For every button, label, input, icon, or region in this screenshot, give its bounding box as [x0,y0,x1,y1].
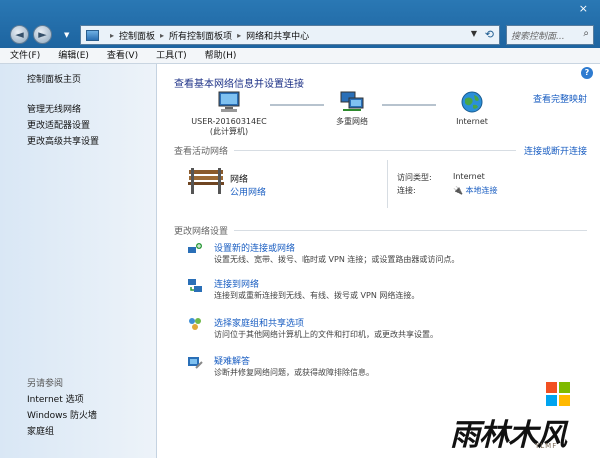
divider [234,150,516,151]
connect-network-icon [188,279,202,292]
globe-icon [461,91,483,113]
task-title[interactable]: 设置新的连接或网络 [214,241,295,254]
network-name: 网络 [230,175,249,185]
see-also-section: 另请参阅 Internet 选项 Windows 防火墙 家庭组 [27,377,97,440]
connection-label: 连接: [397,186,416,195]
menu-bar: 文件(F) 编辑(E) 查看(V) 工具(T) 帮助(H) [0,48,600,64]
change-settings-header: 更改网络设置 [174,224,587,237]
map-link-line [270,104,324,106]
access-type-value: Internet [453,172,485,181]
network-type-link[interactable]: 公用网络 [230,185,266,198]
search-icon[interactable]: ⌕ [583,28,589,39]
breadcrumb-network-center[interactable]: 网络和共享中心 [246,29,309,42]
divider [234,230,587,231]
computer-node: USER-20160314EC (此计算机) [189,90,269,137]
computer-name: USER-20160314EC [191,117,267,126]
menu-help[interactable]: 帮助(H) [205,48,237,63]
forward-arrow-icon: ► [38,28,47,41]
see-also-homegroup[interactable]: 家庭组 [27,424,97,440]
task-title[interactable]: 疑难解答 [214,354,250,367]
see-also-firewall[interactable]: Windows 防火墙 [27,408,97,424]
task-title[interactable]: 选择家庭组和共享选项 [214,316,304,329]
breadcrumb-all-items[interactable]: 所有控制面板项 [169,29,232,42]
connection-row: 连接: 🔌 本地连接 [397,185,498,196]
connection-name: 本地连接 [465,186,498,195]
menu-file[interactable]: 文件(F) [10,48,40,63]
access-type-label: 访问类型: [397,173,432,182]
menu-view[interactable]: 查看(V) [107,48,138,63]
search-placeholder: 搜索控制面... [511,32,565,42]
computer-icon [218,91,240,112]
menu-edit[interactable]: 编辑(E) [58,48,89,63]
multiple-networks-icon [340,91,364,111]
connection-value-link[interactable]: 🔌 本地连接 [453,185,498,196]
page-title: 查看基本网络信息并设置连接 [174,79,304,90]
active-networks-label: 查看活动网络 [174,147,229,157]
breadcrumb-control-panel[interactable]: 控制面板 [119,29,155,42]
see-also-internet-options[interactable]: Internet 选项 [27,392,97,408]
internet-label: Internet [456,117,488,126]
full-map-link[interactable]: 查看完整映射 [533,92,587,105]
menu-tools[interactable]: 工具(T) [156,48,187,63]
internet-node: Internet [447,90,497,127]
breadcrumb-separator: ▸ [110,30,115,40]
forward-button[interactable]: ► [33,25,52,44]
sidebar-item-adapter-settings[interactable]: 更改适配器设置 [27,118,156,134]
multiple-networks-label: 多重网络 [336,117,368,126]
address-dropdown-icon[interactable]: ▼ [471,29,477,38]
back-button[interactable]: ◄ [10,25,29,44]
computer-subtitle: (此计算机) [209,127,249,136]
search-input[interactable]: 搜索控制面... ⌕ [506,25,594,45]
close-button[interactable]: × [579,2,588,15]
map-link-line [382,104,436,106]
windows-logo-icon [546,382,570,406]
task-description: 诊断并修复网络问题，或获得故障排除信息。 [214,368,374,377]
bench-icon [188,168,224,194]
watermark-subtext: YLMF [535,442,558,450]
sidebar-home-link[interactable]: 控制面板主页 [27,72,156,85]
task-description: 连接到或重新连接到无线、有线、拨号或 VPN 网络连接。 [214,291,420,300]
recent-pages-chevron-icon[interactable]: ▼ [64,31,69,39]
new-connection-icon [188,243,202,253]
adapter-icon: 🔌 [453,186,463,195]
refresh-icon[interactable]: ⟲ [485,28,494,41]
task-description: 设置无线、宽带、拨号、临时或 VPN 连接；或设置路由器或访问点。 [214,255,460,264]
breadcrumb-separator: ▸ [160,30,165,40]
title-bar: × ◄ ► ▼ ▸ 控制面板 ▸ 所有控制面板项 ▸ 网络和共享中心 ▼ ⟲ 搜… [0,0,600,48]
sidebar-item-sharing-settings[interactable]: 更改高级共享设置 [27,134,156,150]
address-bar[interactable]: ▸ 控制面板 ▸ 所有控制面板项 ▸ 网络和共享中心 ▼ ⟲ [80,25,500,45]
help-icon[interactable]: ? [581,67,593,79]
task-description: 访问位于其他网络计算机上的文件和打印机，或更改共享设置。 [214,330,438,339]
task-title[interactable]: 连接到网络 [214,277,259,290]
troubleshoot-icon [188,357,203,369]
change-settings-label: 更改网络设置 [174,227,229,237]
divider [387,160,388,208]
connect-disconnect-link[interactable]: 连接或断开连接 [524,144,587,157]
access-type-row: 访问类型: Internet [397,172,485,183]
multiple-networks-node: 多重网络 [327,90,377,127]
back-arrow-icon: ◄ [15,28,24,41]
control-panel-icon [86,29,99,41]
sidebar-item-manage-wireless[interactable]: 管理无线网络 [27,102,156,118]
breadcrumb-separator: ▸ [237,30,242,40]
homegroup-icon [189,318,201,330]
see-also-heading: 另请参阅 [27,379,64,389]
sidebar: 控制面板主页 管理无线网络 更改适配器设置 更改高级共享设置 另请参阅 Inte… [0,64,157,458]
